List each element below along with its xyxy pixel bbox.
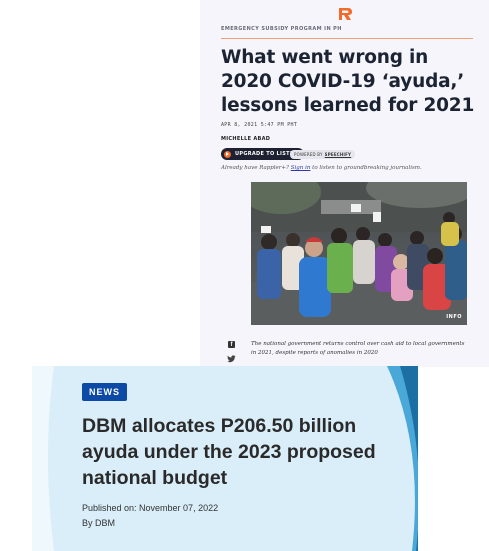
dbm-published-date: Published on: November 07, 2022 bbox=[82, 503, 219, 513]
news-tag[interactable]: NEWS bbox=[82, 383, 127, 401]
article-photo: INFO bbox=[251, 182, 467, 325]
article-author[interactable]: MICHELLE ABAD bbox=[221, 136, 270, 142]
article-kicker[interactable]: EMERGENCY SUBSIDY PROGRAM IN PH bbox=[221, 26, 342, 32]
rappler-plus-suffix: to listen to groundbreaking journalism. bbox=[312, 165, 422, 171]
article-title: What went wrong in 2020 COVID-19 ‘ayuda,… bbox=[221, 47, 475, 116]
powered-by-badge[interactable]: POWERED BY SPEECHIFY bbox=[290, 150, 356, 159]
sign-in-link[interactable]: Sign in bbox=[291, 165, 311, 171]
rappler-plus-question: Already have Rappler+? bbox=[221, 165, 289, 171]
dbm-byline: By DBM bbox=[82, 518, 116, 528]
speechify-brand: SPEECHIFY bbox=[324, 152, 352, 157]
powered-by-label: POWERED BY bbox=[294, 152, 323, 157]
twitter-share-icon[interactable] bbox=[227, 355, 236, 363]
facebook-share-icon[interactable]: f bbox=[228, 341, 235, 348]
rappler-logo-icon[interactable] bbox=[337, 7, 353, 21]
rappler-article-card: EMERGENCY SUBSIDY PROGRAM IN PH What wen… bbox=[200, 0, 489, 367]
dbm-article-title: DBM allocates P206.50 billion ayuda unde… bbox=[82, 415, 376, 489]
kicker-divider bbox=[221, 38, 473, 39]
rappler-plus-prompt: Already have Rappler+? Sign in to listen… bbox=[221, 165, 422, 171]
crowd-photo-illustration bbox=[251, 182, 467, 325]
article-date: APR 8, 2021 5:47 PM PHT bbox=[221, 122, 298, 128]
play-icon bbox=[224, 150, 231, 158]
photo-info-badge[interactable]: INFO bbox=[446, 314, 462, 320]
dbm-news-card: NEWS DBM allocates P206.50 billion ayuda… bbox=[32, 366, 418, 551]
photo-caption: The national government returns control … bbox=[251, 341, 465, 356]
upgrade-to-listen-label: UPGRADE TO LISTEN bbox=[235, 151, 299, 157]
